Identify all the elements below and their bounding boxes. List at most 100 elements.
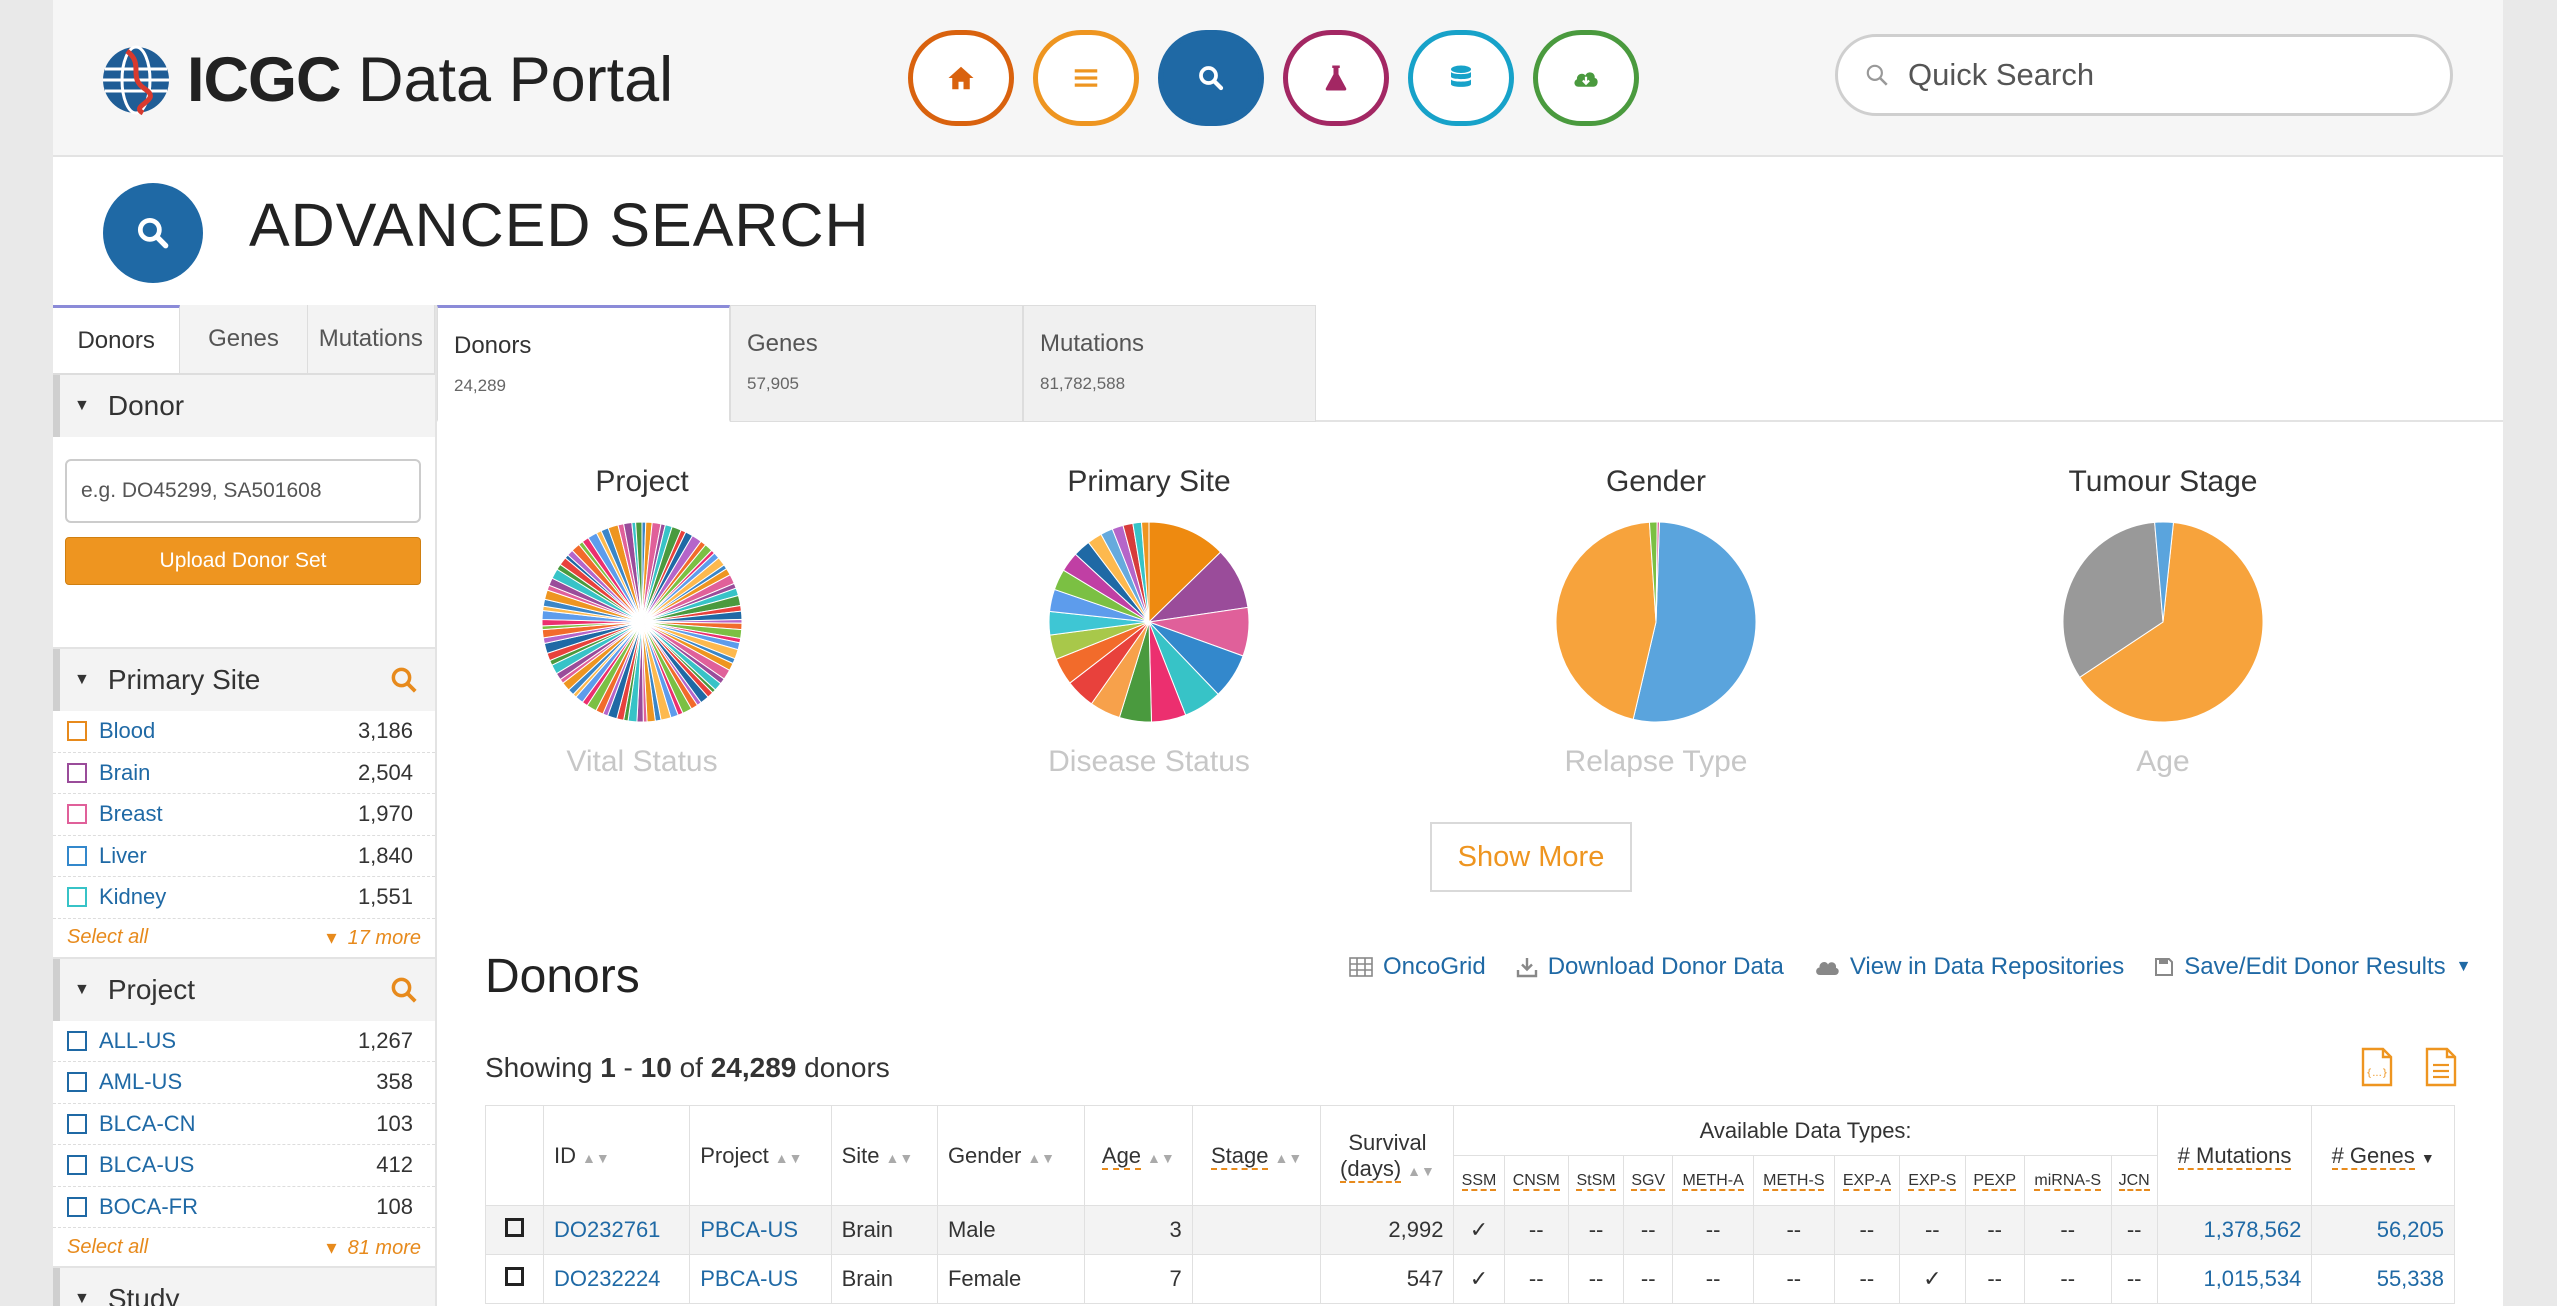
column-header-site[interactable]: Site ▲▼ xyxy=(830,1105,938,1206)
facet-checkbox[interactable] xyxy=(67,887,87,908)
mutations-count-link[interactable]: 1,378,562 xyxy=(2156,1205,2313,1255)
facet-checkbox[interactable] xyxy=(67,845,87,866)
donor-facet-body: Upload Donor Set xyxy=(53,437,435,649)
column-header-data-type: SSM xyxy=(1453,1155,1505,1206)
facet-item[interactable]: ALL-US 1,267 xyxy=(53,1021,435,1062)
caret-down-icon: ▼ xyxy=(74,1290,90,1306)
caret-down-icon: ▼ xyxy=(74,980,90,998)
facet-item[interactable]: Breast 1,970 xyxy=(53,794,435,836)
facet-checkbox[interactable] xyxy=(67,1155,87,1176)
globe-icon xyxy=(103,45,169,116)
age-cell: 3 xyxy=(1083,1205,1193,1255)
facet-checkbox[interactable] xyxy=(67,721,87,742)
donor-id-link[interactable]: DO232761 xyxy=(542,1205,691,1255)
nav-data-releases-button[interactable] xyxy=(1533,30,1639,126)
select-all-link[interactable]: Select all xyxy=(67,926,148,949)
row-checkbox[interactable] xyxy=(505,1267,524,1286)
row-checkbox[interactable] xyxy=(505,1218,524,1237)
data-type-cell: -- xyxy=(2110,1254,2158,1304)
tab-genes[interactable]: Genes 57,905 xyxy=(730,305,1023,422)
select-all-link[interactable]: Select all xyxy=(67,1236,148,1259)
facet-item[interactable]: BLCA-US 412 xyxy=(53,1145,435,1187)
row-select-cell[interactable] xyxy=(485,1254,544,1304)
sort-desc-icon: ▼ xyxy=(2420,1149,2435,1166)
genes-count-link[interactable]: 56,205 xyxy=(2311,1205,2455,1255)
facet-item[interactable]: BLCA-CN 103 xyxy=(53,1104,435,1145)
facet-item-label: Kidney xyxy=(99,884,167,910)
facet-item[interactable]: AML-US 358 xyxy=(53,1062,435,1104)
export-json-icon[interactable]: {...} xyxy=(2361,1047,2393,1087)
sidebar-tab-genes[interactable]: Genes xyxy=(180,305,308,373)
export-tsv-icon[interactable] xyxy=(2425,1047,2457,1087)
save-edit-donor-results-dropdown[interactable]: Save/Edit Donor Results ▼ xyxy=(2154,953,2472,981)
column-header-stage[interactable]: Stage ▲▼ xyxy=(1191,1105,1322,1206)
more-link[interactable]: ▾ 17 more xyxy=(326,925,421,950)
tab-mutations[interactable]: Mutations 81,782,588 xyxy=(1023,305,1316,422)
table-row: DO232224 PBCA-US Brain Female 7 547 ✓ -- -- -- -- -… xyxy=(485,1254,2455,1304)
column-header-age[interactable]: Age ▲▼ xyxy=(1083,1105,1193,1206)
donor-id-input[interactable] xyxy=(65,459,421,523)
column-header-genes[interactable]: # Genes ▼ xyxy=(2311,1105,2455,1206)
view-in-repositories-link[interactable]: View in Data Repositories xyxy=(1814,953,2124,981)
nav-analysis-button[interactable] xyxy=(1283,30,1389,126)
age-cell: 7 xyxy=(1083,1254,1193,1304)
project-link[interactable]: PBCA-US xyxy=(689,1254,832,1304)
facet-checkbox[interactable] xyxy=(67,1113,87,1134)
tumour-stage-pie[interactable] xyxy=(2060,519,2266,725)
column-header-project[interactable]: Project ▲▼ xyxy=(689,1105,832,1206)
project-link[interactable]: PBCA-US xyxy=(689,1205,832,1255)
facet-checkbox[interactable] xyxy=(67,1072,87,1093)
show-more-button[interactable]: Show More xyxy=(1430,822,1632,892)
sidebar-tab-mutations[interactable]: Mutations xyxy=(307,305,435,373)
sidebar-tab-donors[interactable]: Donors xyxy=(53,305,181,373)
nav-data-repositories-button[interactable] xyxy=(1408,30,1514,126)
facet-item[interactable]: Liver 1,840 xyxy=(53,836,435,877)
facet-item[interactable]: Blood 3,186 xyxy=(53,711,435,753)
donor-id-link[interactable]: DO232224 xyxy=(542,1254,691,1304)
gender-pie[interactable] xyxy=(1553,519,1759,725)
column-header-mutations[interactable]: # Mutations xyxy=(2156,1105,2313,1206)
oncogrid-link[interactable]: OncoGrid xyxy=(1349,953,1486,981)
column-header-data-type: EXP-S xyxy=(1899,1155,1966,1206)
project-list: ALL-US 1,267 AML-US 358 BLCA-CN 103 BLCA-US 412… xyxy=(53,1021,435,1228)
data-type-cell: -- xyxy=(1672,1205,1754,1255)
quick-search[interactable] xyxy=(1835,34,2453,116)
column-header-id[interactable]: ID ▲▼ xyxy=(542,1105,691,1206)
tab-donors[interactable]: Donors 24,289 xyxy=(437,305,730,422)
primary-site-pie[interactable] xyxy=(1046,519,1252,725)
nav-projects-button[interactable] xyxy=(1033,30,1139,126)
facet-donor-header[interactable]: ▼ Donor xyxy=(53,375,435,437)
facet-item[interactable]: Kidney 1,551 xyxy=(53,877,435,919)
facet-project-header[interactable]: ▼ Project xyxy=(53,958,435,1021)
nav-advanced-search-button[interactable] xyxy=(1158,30,1264,126)
row-select-cell[interactable] xyxy=(485,1205,544,1255)
upload-donor-set-button[interactable]: Upload Donor Set xyxy=(65,537,421,585)
download-donor-data-link[interactable]: Download Donor Data xyxy=(1516,953,1784,981)
facet-checkbox[interactable] xyxy=(67,762,87,783)
facet-study-header[interactable]: ▼ Study xyxy=(53,1268,435,1306)
chart-title: Gender xyxy=(1605,465,1707,498)
select-column-header xyxy=(485,1105,544,1206)
portal-logo[interactable]: ICGC Data Portal xyxy=(99,40,673,120)
column-header-gender[interactable]: Gender ▲▼ xyxy=(936,1105,1085,1206)
quick-search-input[interactable] xyxy=(1908,57,2428,93)
list-icon xyxy=(1074,69,1098,87)
facet-item[interactable]: BOCA-FR 108 xyxy=(53,1187,435,1228)
mutations-count-link[interactable]: 1,015,534 xyxy=(2156,1254,2313,1304)
facet-checkbox[interactable] xyxy=(67,1196,87,1217)
facet-checkbox[interactable] xyxy=(67,804,87,825)
facet-sidebar: Donors Genes Mutations ▼ Donor Upload Do… xyxy=(53,305,437,1306)
column-header-survival[interactable]: Survival (days) ▲▼ xyxy=(1320,1105,1455,1206)
facet-item[interactable]: Brain 2,504 xyxy=(53,753,435,794)
nav-home-button[interactable] xyxy=(908,30,1014,126)
data-type-cell: -- xyxy=(1623,1205,1674,1255)
page-frame: ICGC Data Portal Quick Search ADVANCED S… xyxy=(53,0,2503,1306)
search-icon[interactable] xyxy=(389,975,419,1005)
genes-count-link[interactable]: 55,338 xyxy=(2311,1254,2455,1304)
more-link[interactable]: ▾ 81 more xyxy=(326,1235,421,1260)
project-pie[interactable] xyxy=(539,519,745,725)
facet-checkbox[interactable] xyxy=(67,1030,87,1051)
search-icon[interactable] xyxy=(389,665,419,695)
facet-primary-site-header[interactable]: ▼ Primary Site xyxy=(53,649,435,711)
data-type-cell: -- xyxy=(2110,1205,2158,1255)
